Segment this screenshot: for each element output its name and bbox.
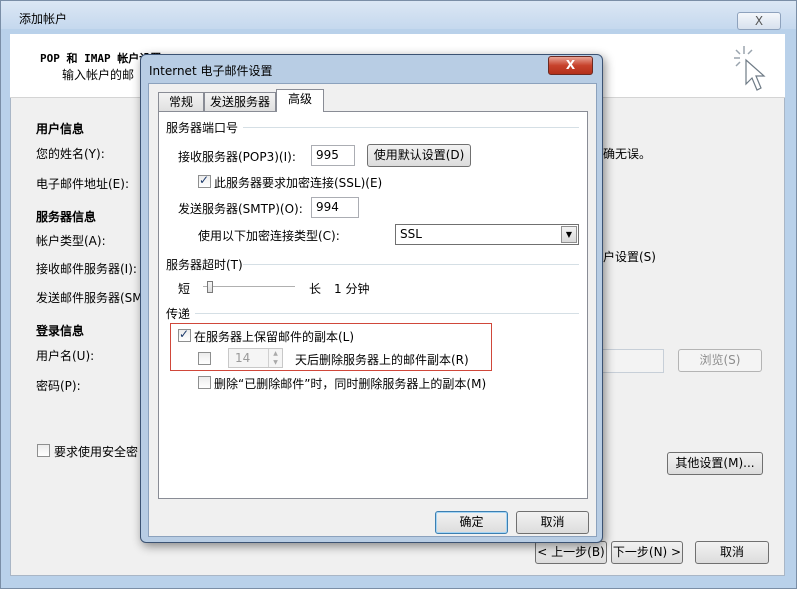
back-button[interactable]: < 上一步(B) (535, 541, 607, 564)
incoming-port-input[interactable]: 995 (311, 145, 355, 166)
remove-deleted-checkbox[interactable] (198, 376, 211, 389)
tab-general[interactable]: 常规 (158, 92, 204, 111)
encryption-type-select[interactable]: SSL ▼ (395, 224, 579, 245)
outgoing-port-input[interactable]: 994 (311, 197, 359, 218)
wizard-cursor-icon (734, 46, 766, 91)
timeout-group-label: 服务器超时(T) (166, 258, 243, 272)
ssl-checkbox-label: 此服务器要求加密连接(SSL)(E) (214, 176, 383, 190)
test-settings-text: 户设置(S) (603, 250, 656, 264)
outgoing-server-label: 发送邮件服务器(SM (36, 291, 143, 305)
more-settings-button[interactable]: 其他设置(M)... (667, 452, 763, 475)
encryption-type-value: SSL (400, 227, 422, 241)
remove-after-days-checkbox[interactable] (198, 352, 211, 365)
remove-deleted-label: 删除“已删除邮件”时，同时删除服务器上的副本(M) (214, 377, 487, 391)
spa-checkbox[interactable] (37, 444, 50, 457)
ports-group-divider (243, 127, 579, 128)
advanced-tab-panel: 服务器端口号 接收服务器(POP3)(I): 995 使用默认设置(D) 此服务… (158, 111, 588, 499)
encryption-type-label: 使用以下加密连接类型(C): (198, 229, 340, 243)
email-label: 电子邮件地址(E): (36, 177, 129, 191)
outgoing-port-label: 发送服务器(SMTP)(O): (178, 202, 303, 216)
timeout-long-label: 长 (309, 282, 322, 296)
window-title: 添加帐户 (19, 12, 68, 26)
spinner-arrows-icon[interactable]: ▲ ▼ (268, 349, 282, 367)
account-type-label: 帐户类型(A): (36, 234, 106, 248)
server-info-heading: 服务器信息 (36, 210, 97, 224)
ssl-checkbox[interactable] (198, 173, 211, 188)
dialog-close-button[interactable]: X (548, 56, 593, 75)
incoming-port-label: 接收服务器(POP3)(I): (178, 150, 296, 164)
remove-after-days-spinner[interactable]: 14 ▲ ▼ (228, 348, 283, 368)
timeout-slider-thumb[interactable] (207, 281, 213, 293)
timeout-value: 1 分钟 (334, 282, 370, 296)
leave-copy-checkbox[interactable] (178, 327, 191, 342)
password-label: 密码(P): (36, 379, 81, 393)
window-titlebar: 添加帐户 (1, 1, 796, 29)
username-label: 用户名(U): (36, 349, 95, 363)
delivery-group-divider (195, 313, 579, 314)
ports-group-label: 服务器端口号 (166, 121, 239, 135)
incoming-server-label: 接收邮件服务器(I): (36, 262, 137, 276)
tab-outgoing-server[interactable]: 发送服务器 (204, 92, 276, 111)
timeout-short-label: 短 (178, 282, 191, 296)
ok-button[interactable]: 确定 (435, 511, 508, 534)
remove-after-days-value: 14 (235, 351, 251, 365)
dialog-title: Internet 电子邮件设置 (149, 64, 273, 78)
tab-advanced[interactable]: 高级 (276, 89, 324, 112)
name-label: 您的姓名(Y): (36, 147, 105, 161)
browse-button[interactable]: 浏览(S) (678, 349, 762, 372)
chevron-down-icon: ▼ (561, 226, 577, 243)
delivery-group-label: 传递 (166, 307, 191, 321)
test-info-text: 确无误。 (603, 147, 652, 161)
use-default-settings-button[interactable]: 使用默认设置(D) (367, 144, 471, 167)
window-close-button[interactable]: X (737, 12, 781, 30)
outer-cancel-button[interactable]: 取消 (695, 541, 769, 564)
spa-label: 要求使用安全密 (54, 445, 139, 459)
user-info-heading: 用户信息 (36, 122, 85, 136)
login-info-heading: 登录信息 (36, 324, 85, 338)
internet-email-settings-dialog: Internet 电子邮件设置 X 常规 发送服务器 高级 服务器端口号 接收服… (140, 54, 603, 543)
outer-path-input[interactable] (600, 349, 664, 373)
next-button[interactable]: 下一步(N) > (611, 541, 683, 564)
dialog-body: 常规 发送服务器 高级 服务器端口号 接收服务器(POP3)(I): 995 使… (148, 83, 597, 537)
remove-after-days-label: 天后删除服务器上的邮件副本(R) (295, 353, 469, 367)
leave-copy-label: 在服务器上保留邮件的副本(L) (194, 330, 355, 344)
dialog-cancel-button[interactable]: 取消 (516, 511, 589, 534)
timeout-slider-track (203, 286, 295, 288)
wizard-header-subtitle: 输入帐户的邮 (62, 68, 135, 82)
timeout-group-divider (243, 264, 579, 265)
